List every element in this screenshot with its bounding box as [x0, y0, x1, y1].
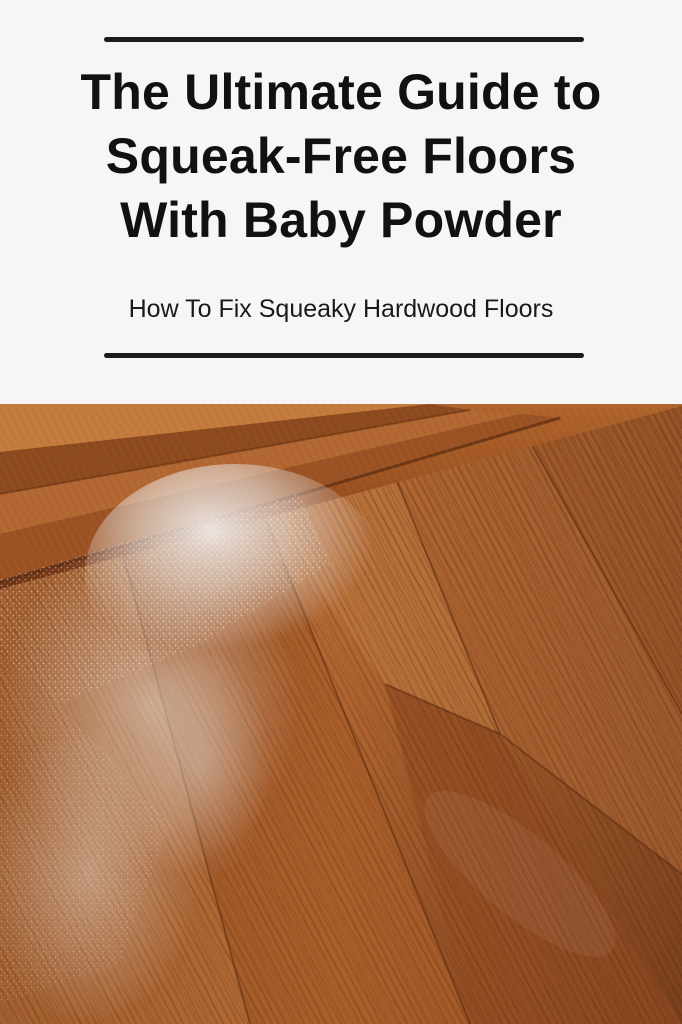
pin-graphic: The Ultimate Guide to Squeak-Free Floors… [0, 0, 682, 1024]
top-divider [104, 37, 584, 42]
title-line-3: With Baby Powder [120, 192, 562, 248]
title-line-1: The Ultimate Guide to [80, 64, 602, 120]
hardwood-floor-illustration [0, 404, 682, 1024]
title-panel: The Ultimate Guide to Squeak-Free Floors… [0, 0, 682, 404]
hardwood-floor-photo [0, 404, 682, 1024]
bottom-divider [104, 353, 584, 358]
title-line-2: Squeak-Free Floors [105, 128, 577, 184]
main-title: The Ultimate Guide to Squeak-Free Floors… [0, 60, 682, 252]
subtitle: How To Fix Squeaky Hardwood Floors [128, 295, 554, 323]
